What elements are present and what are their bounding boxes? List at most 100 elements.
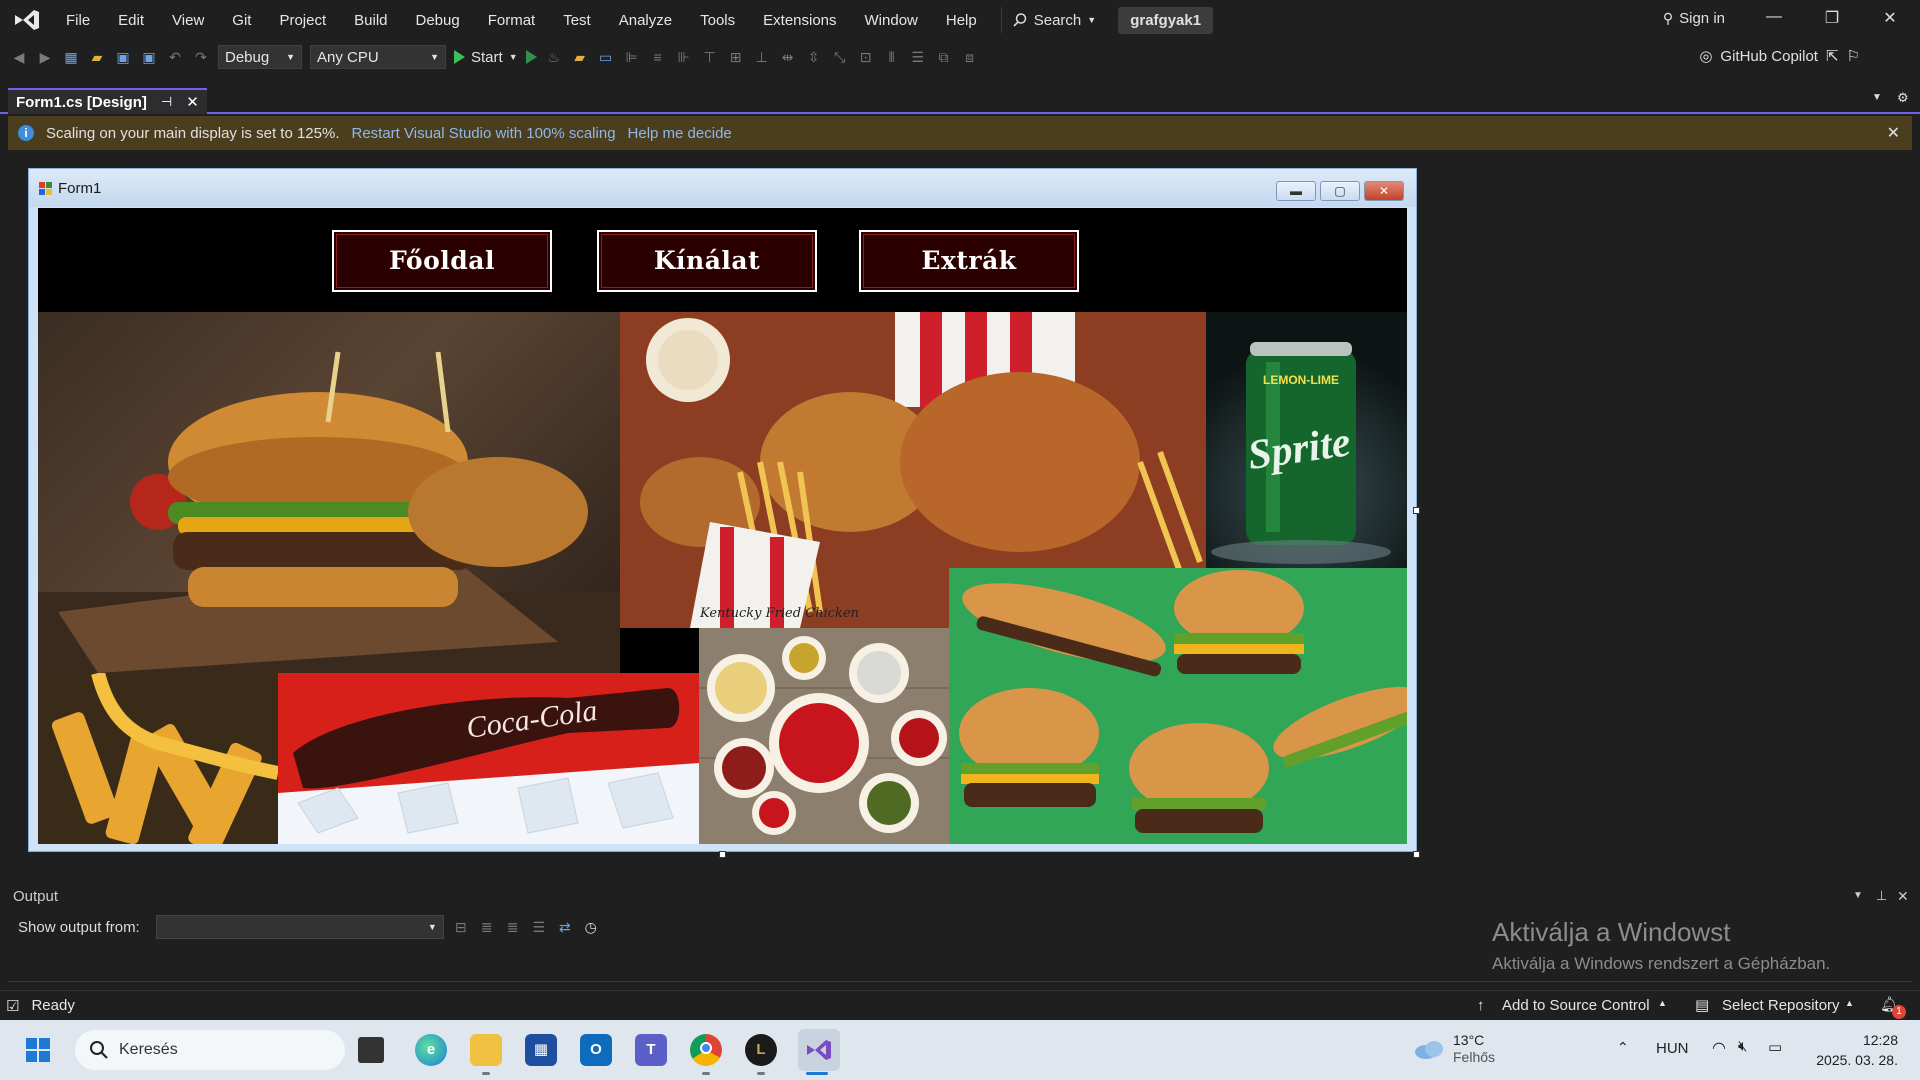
align-middle-icon[interactable]: ⊞ [727,48,745,66]
undo-icon[interactable]: ↶ [166,48,184,66]
resize-handle-corner[interactable] [1413,851,1420,858]
nav-button-kinalat[interactable]: Kínálat [597,230,817,292]
open-folder-icon[interactable]: ▰ [88,48,106,66]
form1-window[interactable]: Form1 ▬ ▢ ✕ Főoldal Kínálat Extrák Kentu… [28,168,1417,852]
browse-folder-icon[interactable]: ▰ [571,48,589,66]
align-center-icon[interactable]: ≡ [649,48,667,66]
battery-icon[interactable]: ▭ [1768,1038,1782,1056]
menu-debug[interactable]: Debug [402,12,474,29]
menu-edit[interactable]: Edit [104,12,158,29]
weather-widget[interactable]: 13°C Felhős [1413,1032,1495,1066]
minimize-button[interactable] [1433,8,1457,32]
align-right-icon[interactable]: ⊪ [675,48,693,66]
settings-gear-icon[interactable]: ⚙ [1897,90,1909,106]
timestamp-icon[interactable]: ◷ [582,918,600,936]
save-all-icon[interactable]: ▣ [140,48,158,66]
restore-window-button[interactable]: ❐ [1820,8,1844,32]
input-language[interactable]: HUN [1656,1040,1689,1057]
add-source-control-button[interactable]: Add to Source Control [1502,997,1650,1014]
pin-icon[interactable]: ⊣ [161,94,172,110]
resize-handle-right[interactable] [1413,507,1420,514]
menu-tools[interactable]: Tools [686,12,749,29]
menu-view[interactable]: View [158,12,218,29]
menu-analyze[interactable]: Analyze [605,12,686,29]
send-to-back-icon[interactable]: ⧈ [961,48,979,66]
hot-reload-icon[interactable]: ♨ [545,48,563,66]
find-message-icon[interactable]: ⊟ [452,918,470,936]
align-bottom-icon[interactable]: ⊥ [753,48,771,66]
align-top-icon[interactable]: ⊤ [701,48,719,66]
size-to-grid-icon[interactable]: ⊡ [857,48,875,66]
output-source-select[interactable]: ▼ [155,915,444,939]
minimize-window-button[interactable]: — [1762,8,1786,32]
close-window-button[interactable]: ✕ [1878,8,1902,32]
start-without-debugging-icon[interactable] [525,50,537,64]
align-left-icon[interactable]: ⊫ [623,48,641,66]
search-button[interactable]: Search ▼ [1000,7,1106,33]
word-wrap-icon[interactable]: ⇄ [556,918,574,936]
project-name-badge[interactable]: grafgyak1 [1118,6,1214,34]
share-icon[interactable]: ⇱ [1826,47,1839,65]
feedback-icon[interactable]: ⚐ [1847,47,1860,65]
close-infobar-icon[interactable]: ✕ [1887,123,1900,143]
windows-start-icon[interactable] [26,1038,50,1062]
save-icon[interactable]: ▣ [114,48,132,66]
visual-studio-taskbar-icon[interactable] [798,1029,840,1071]
new-project-icon[interactable]: ▦ [62,48,80,66]
help-me-decide-link[interactable]: Help me decide [628,125,732,142]
outlook-icon[interactable]: O [580,1034,612,1066]
menu-build[interactable]: Build [340,12,401,29]
taskbar-search-box[interactable]: Keresés [75,1030,345,1070]
form-maximize-button[interactable]: ▢ [1320,181,1360,201]
nav-button-fooldal[interactable]: Főoldal [332,230,552,292]
output-close-icon[interactable]: ✕ [1897,888,1909,905]
horizontal-spacing-icon[interactable]: ⦀ [883,48,901,66]
redo-icon[interactable]: ↷ [192,48,210,66]
make-same-size-icon[interactable]: ⤡ [831,48,849,66]
menu-git[interactable]: Git [218,12,265,29]
file-explorer-icon[interactable] [470,1034,502,1066]
prev-message-icon[interactable]: ≣ [478,918,496,936]
wifi-icon[interactable]: ◠ [1712,1038,1726,1058]
chrome-icon[interactable] [690,1034,722,1066]
solution-config-select[interactable]: Debug ▼ [218,45,302,69]
github-copilot-button[interactable]: ◎ GitHub Copilot ⇱ ⚐ [1699,47,1860,66]
bring-to-front-icon[interactable]: ⧉ [935,48,953,66]
menu-file[interactable]: File [52,12,104,29]
resize-handle-bottom[interactable] [719,851,726,858]
next-message-icon[interactable]: ≣ [504,918,522,936]
make-same-width-icon[interactable]: ⇹ [779,48,797,66]
forward-icon[interactable]: ▶ [36,48,54,66]
edge-browser-icon[interactable]: e [415,1034,447,1066]
menu-extensions[interactable]: Extensions [749,12,850,29]
teams-icon[interactable]: T [635,1034,667,1066]
menu-test[interactable]: Test [549,12,605,29]
vertical-spacing-icon[interactable]: ☰ [909,48,927,66]
select-repository-button[interactable]: Select Repository [1722,997,1840,1014]
menu-help[interactable]: Help [932,12,991,29]
microsoft-store-icon[interactable]: ▦ [525,1034,557,1066]
form-close-button[interactable]: ✕ [1364,181,1404,201]
output-pin-icon[interactable]: ⊥ [1876,888,1887,904]
menu-project[interactable]: Project [265,12,340,29]
task-view-icon[interactable] [358,1037,384,1063]
nav-button-extrak[interactable]: Extrák [859,230,1079,292]
back-icon[interactable]: ◀ [10,48,28,66]
clear-all-icon[interactable]: ☰ [530,918,548,936]
menu-format[interactable]: Format [474,12,550,29]
restart-scaling-link[interactable]: Restart Visual Studio with 100% scaling [352,125,616,142]
tab-form1-design[interactable]: Form1.cs [Design] ⊣ ✕ [8,88,207,114]
league-of-legends-icon[interactable]: L [745,1034,777,1066]
form-minimize-button[interactable]: ▬ [1276,181,1316,201]
output-dropdown-icon[interactable]: ▼ [1853,890,1863,901]
platform-select[interactable]: Any CPU ▼ [310,45,446,69]
make-same-height-icon[interactable]: ⇳ [805,48,823,66]
layout-icon[interactable]: ▭ [597,48,615,66]
volume-muted-icon[interactable]: 🔇︎ [1738,1038,1747,1055]
start-debugging-button[interactable]: Start ▼ [454,49,518,66]
sign-in-button[interactable]: ⚲ Sign in [1663,10,1725,27]
clock[interactable]: 12:28 2025. 03. 28. [1808,1030,1898,1070]
tab-list-dropdown-icon[interactable]: ▼ [1872,92,1882,103]
show-hidden-icons-icon[interactable]: ⌃ [1617,1039,1629,1056]
menu-window[interactable]: Window [851,12,932,29]
